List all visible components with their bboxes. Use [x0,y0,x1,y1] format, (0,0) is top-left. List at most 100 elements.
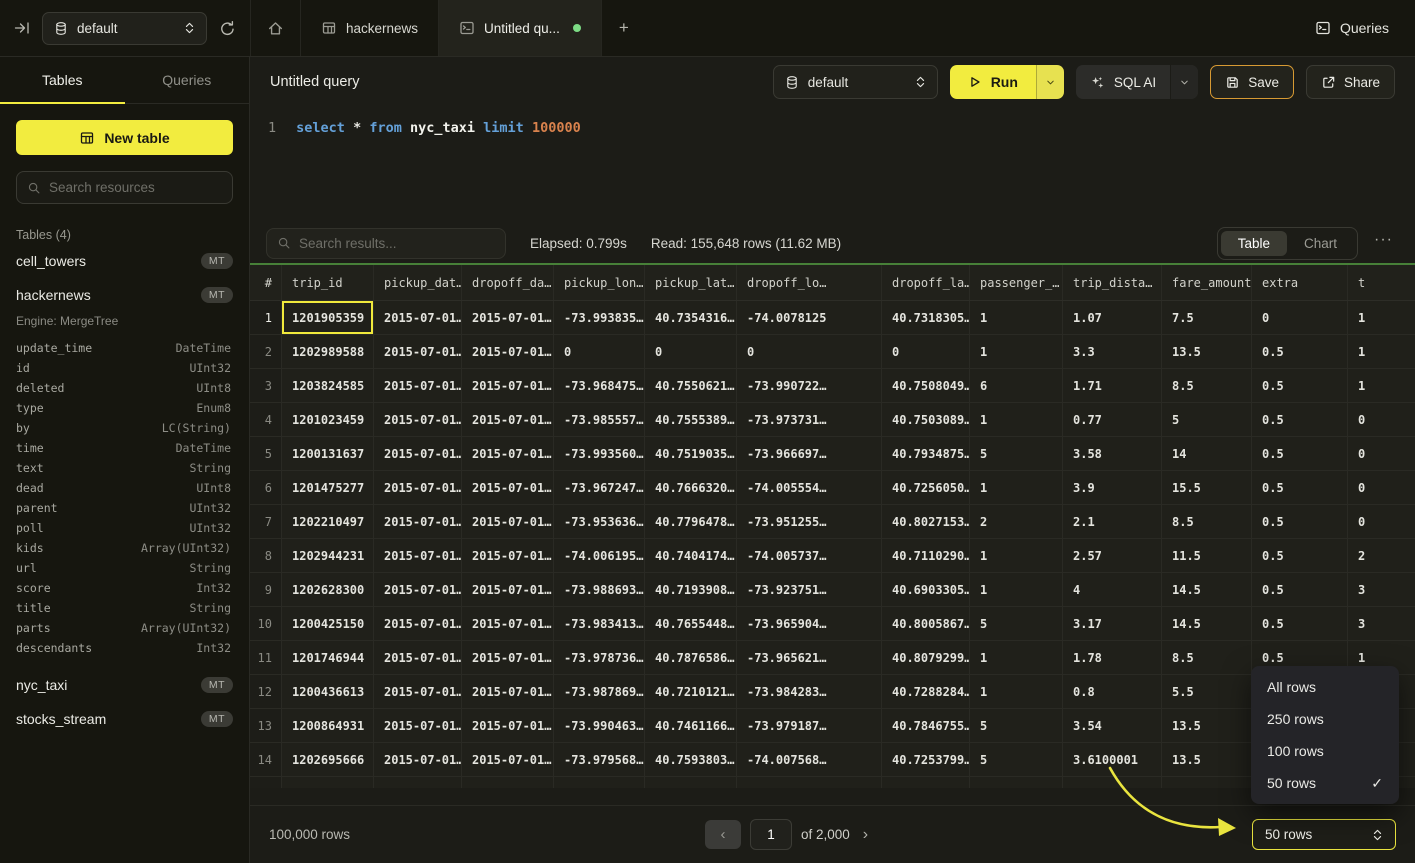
table-cell[interactable]: 2015-07-01… [462,471,554,504]
column-header-extra[interactable]: extra [1252,265,1348,300]
table-cell[interactable]: 2 [1063,777,1162,788]
table-cell[interactable]: -73.923751… [737,573,882,606]
table-cell[interactable]: 3 [1348,607,1415,640]
table-cell[interactable]: 1 [970,471,1063,504]
table-cell[interactable]: 1202210497 [282,505,374,538]
table-cell[interactable]: 1200425150 [282,607,374,640]
column-header-passenger_[interactable]: passenger_… [970,265,1063,300]
schema-column-row[interactable]: pollUInt32 [16,518,231,538]
next-page-button[interactable]: › [859,826,868,844]
sidebar-table-cell-towers[interactable]: cell_towers MT [0,244,249,278]
table-cell[interactable]: 2015-07-01… [374,573,462,606]
column-header-pickup_lat[interactable]: pickup_lat… [645,265,737,300]
table-cell[interactable]: 1.71 [1063,369,1162,402]
column-header-trip_dista[interactable]: trip_dista… [1063,265,1162,300]
collapse-sidebar-button[interactable] [14,20,30,36]
column-header-rownum[interactable]: # [250,265,282,300]
table-cell[interactable]: 3.9 [1063,471,1162,504]
table-cell[interactable]: 5.5 [1162,675,1252,708]
table-cell[interactable]: 1202695666 [282,743,374,776]
table-cell[interactable]: 1 [970,675,1063,708]
table-cell[interactable]: 40.7359352… [645,777,737,788]
table-cell[interactable]: 2015-07-01… [462,335,554,368]
table-cell[interactable]: 2015-07-01… [462,607,554,640]
table-cell[interactable]: 40.7318305… [882,301,970,334]
view-toggle-chart[interactable]: Chart [1287,231,1354,256]
table-cell[interactable]: 0 [1348,437,1415,470]
table-cell[interactable]: 40.7508049… [882,369,970,402]
more-options-button[interactable]: ··· [1368,231,1399,255]
page-size-select[interactable]: 50 rows [1252,819,1396,850]
table-cell[interactable]: 2015-07-01… [374,743,462,776]
table-cell[interactable]: 40.6903305… [882,573,970,606]
table-cell[interactable]: 1 [1348,301,1415,334]
table-cell[interactable]: 5 [970,709,1063,742]
table-cell[interactable]: 0.5 [1252,437,1348,470]
table-cell[interactable]: -73.978736… [554,641,645,674]
table-cell[interactable]: -73.990722… [737,369,882,402]
sql-ai-button[interactable]: SQL AI [1076,65,1170,99]
save-button[interactable]: Save [1210,65,1294,99]
table-cell[interactable]: -74.005554… [737,471,882,504]
table-cell[interactable]: 0 [1348,403,1415,436]
table-cell[interactable]: 1200842433 [282,777,374,788]
table-cell[interactable]: -73.983413… [554,607,645,640]
table-cell[interactable]: 2015-07-01… [462,505,554,538]
table-cell[interactable]: -73.970843… [737,777,882,788]
table-cell[interactable]: 40.7404174… [645,539,737,572]
topbar-database-selector[interactable]: default [42,12,207,45]
table-cell[interactable]: 2015-07-01… [462,743,554,776]
page-number-input[interactable] [750,819,792,850]
table-cell[interactable]: 0 [882,335,970,368]
schema-column-row[interactable]: byLC(String) [16,418,231,438]
view-toggle-table[interactable]: Table [1221,231,1287,256]
table-cell[interactable]: 3.3 [1063,335,1162,368]
schema-column-row[interactable]: urlString [16,558,231,578]
table-cell[interactable]: 2015-07-01… [374,335,462,368]
table-cell[interactable]: 2015-07-01… [462,641,554,674]
column-header-t[interactable]: t [1348,265,1415,300]
table-cell[interactable]: -73.979568… [554,743,645,776]
schema-column-row[interactable]: update_timeDateTime [16,338,231,358]
table-cell[interactable]: -73.979187… [737,709,882,742]
table-cell[interactable]: 40.7934875… [882,437,970,470]
table-cell[interactable]: 15.5 [1162,471,1252,504]
schema-column-row[interactable]: typeEnum8 [16,398,231,418]
table-cell[interactable]: 2 [970,777,1063,788]
table-cell[interactable]: 7.5 [1162,301,1252,334]
prev-page-button[interactable]: ‹ [705,820,741,849]
column-header-dropoff_lo[interactable]: dropoff_lo… [737,265,882,300]
column-header-dropoff_la[interactable]: dropoff_la… [882,265,970,300]
table-cell[interactable]: 0 [1252,301,1348,334]
table-cell[interactable]: 4 [1063,573,1162,606]
table-cell[interactable]: 2015-07-01… [374,539,462,572]
sidebar-table-hackernews[interactable]: hackernews MT [0,278,249,312]
table-cell[interactable]: 40.7550621… [645,369,737,402]
table-cell[interactable]: 14.5 [1162,607,1252,640]
table-cell[interactable]: 2015-07-01… [462,403,554,436]
schema-column-row[interactable]: idUInt32 [16,358,231,378]
table-cell[interactable]: -73.951255… [737,505,882,538]
queries-link[interactable]: Queries [1315,0,1415,56]
table-cell[interactable]: 40.7210121… [645,675,737,708]
sql-editor[interactable]: 1 select * from nyc_taxi limit 100000 [250,107,1415,223]
sidebar-tab-tables[interactable]: Tables [0,57,125,103]
table-cell[interactable]: 0 [1348,505,1415,538]
column-header-pickup_lon[interactable]: pickup_lon… [554,265,645,300]
table-cell[interactable]: -73.988693… [554,573,645,606]
table-cell[interactable]: 0.5 [1252,573,1348,606]
table-cell[interactable]: 0.5 [1162,777,1252,788]
table-cell[interactable]: 2015-07-01… [374,777,462,788]
table-cell[interactable]: 40.7110290… [882,539,970,572]
table-cell[interactable]: -74.005737… [737,539,882,572]
table-cell[interactable]: 1 [970,539,1063,572]
table-cell[interactable]: 3.17 [1063,607,1162,640]
run-button[interactable]: Run [950,65,1036,99]
schema-column-row[interactable]: kidsArray(UInt32) [16,538,231,558]
table-cell[interactable]: 40.7666320… [645,471,737,504]
menu-item-250-rows[interactable]: 250 rows [1251,703,1399,735]
table-cell[interactable]: 1.07 [1063,301,1162,334]
column-header-trip_id[interactable]: trip_id [282,265,374,300]
table-cell[interactable]: 1 [970,301,1063,334]
table-cell[interactable]: 6 [970,369,1063,402]
